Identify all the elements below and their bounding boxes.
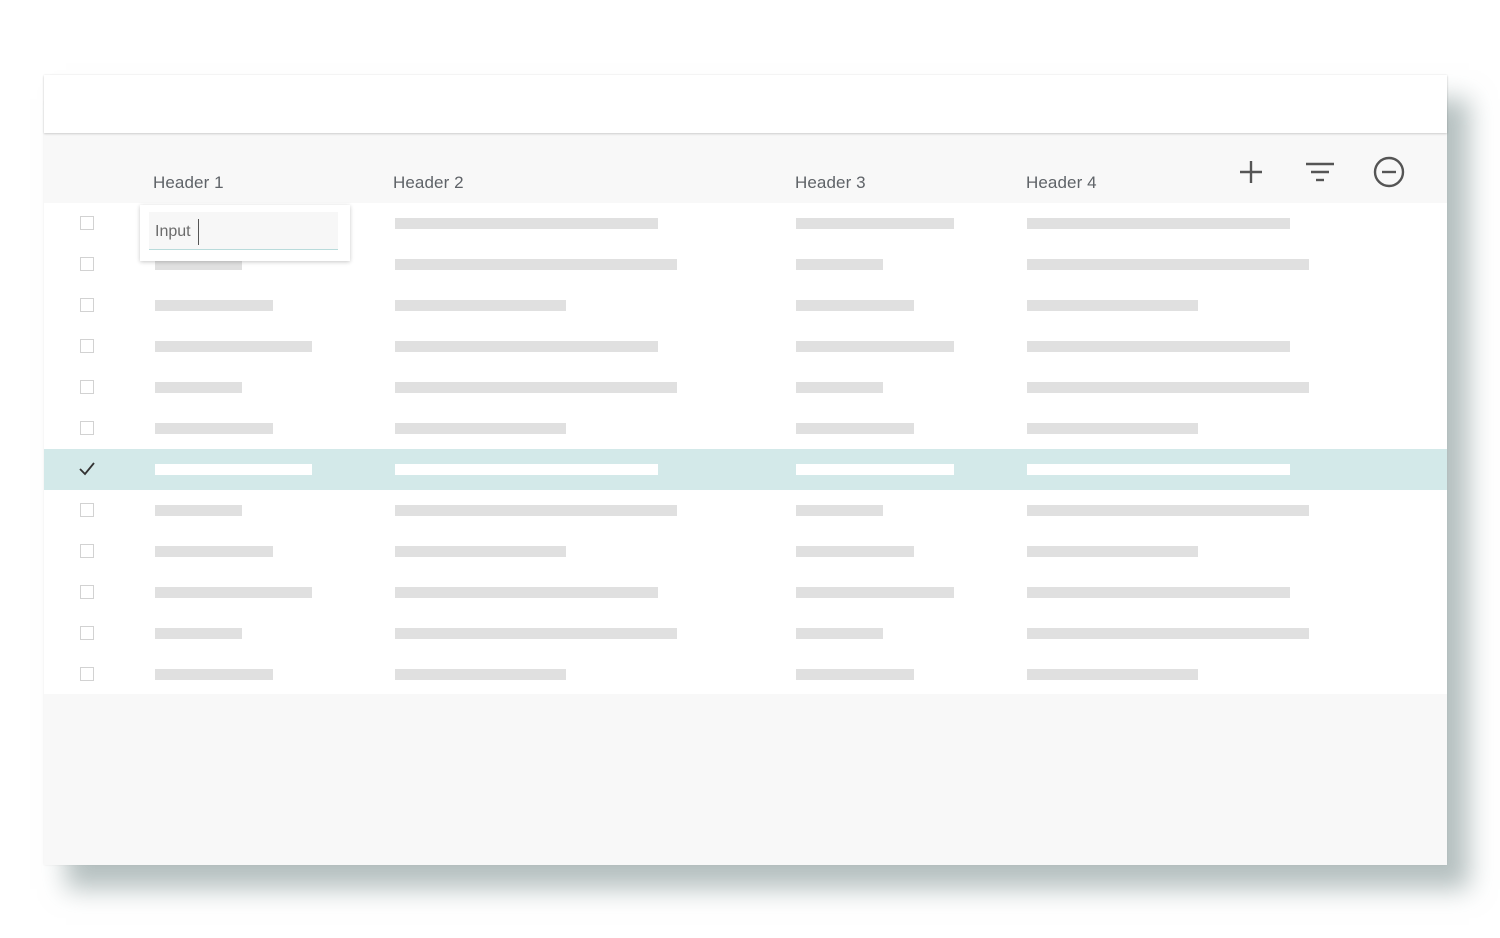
- placeholder-cell-2: [395, 259, 677, 270]
- placeholder-cell-2: [395, 423, 566, 434]
- row-checkbox[interactable]: [80, 216, 94, 230]
- add-row-button[interactable]: [1234, 155, 1268, 189]
- placeholder-cell-3: [796, 382, 883, 393]
- row-checkbox[interactable]: [80, 421, 94, 435]
- placeholder-cell-3: [796, 628, 883, 639]
- placeholder-cell-4: [1027, 423, 1198, 434]
- filter-button[interactable]: [1303, 155, 1337, 189]
- filter-icon: [1306, 162, 1334, 182]
- table-header-row: Header 1 Header 2 Header 3 Header 4: [44, 133, 1447, 203]
- inline-edit-value: Input: [155, 223, 191, 240]
- top-app-bar: [44, 75, 1447, 133]
- placeholder-cell-1: [155, 300, 273, 311]
- placeholder-cell-3: [796, 341, 954, 352]
- placeholder-cell-4: [1027, 218, 1290, 229]
- placeholder-cell-1: [155, 628, 242, 639]
- placeholder-cell-2: [395, 300, 566, 311]
- placeholder-cell-1: [155, 505, 242, 516]
- row-checkbox[interactable]: [80, 667, 94, 681]
- placeholder-cell-3: [796, 464, 954, 475]
- table-row[interactable]: [44, 326, 1447, 367]
- column-header-3[interactable]: Header 3: [795, 173, 866, 193]
- data-table-card: Header 1 Header 2 Header 3 Header 4 Inpu…: [44, 75, 1447, 865]
- row-checkbox[interactable]: [80, 503, 94, 517]
- table-row[interactable]: [44, 367, 1447, 408]
- placeholder-cell-4: [1027, 464, 1290, 475]
- placeholder-cell-4: [1027, 341, 1290, 352]
- placeholder-cell-4: [1027, 669, 1198, 680]
- placeholder-cell-4: [1027, 587, 1290, 598]
- placeholder-cell-4: [1027, 546, 1198, 557]
- placeholder-cell-1: [155, 423, 273, 434]
- minus-circle-icon: [1373, 156, 1405, 188]
- text-caret: [198, 219, 199, 245]
- row-checkbox[interactable]: [80, 380, 94, 394]
- page: Header 1 Header 2 Header 3 Header 4 Inpu…: [0, 0, 1500, 938]
- placeholder-cell-2: [395, 505, 677, 516]
- table-row[interactable]: [44, 408, 1447, 449]
- placeholder-cell-2: [395, 218, 658, 229]
- column-header-2[interactable]: Header 2: [393, 173, 464, 193]
- placeholder-cell-4: [1027, 259, 1309, 270]
- placeholder-cell-4: [1027, 628, 1309, 639]
- placeholder-cell-2: [395, 546, 566, 557]
- row-checkbox[interactable]: [80, 298, 94, 312]
- placeholder-cell-1: [155, 546, 273, 557]
- table-row[interactable]: [44, 572, 1447, 613]
- placeholder-cell-3: [796, 546, 914, 557]
- table-body: [44, 203, 1447, 694]
- table-row[interactable]: [44, 613, 1447, 654]
- check-icon: [79, 462, 95, 476]
- placeholder-cell-3: [796, 587, 954, 598]
- placeholder-cell-4: [1027, 300, 1198, 311]
- column-header-1[interactable]: Header 1: [153, 173, 224, 193]
- placeholder-cell-1: [155, 464, 312, 475]
- table-row[interactable]: [44, 531, 1447, 572]
- table-row[interactable]: [44, 285, 1447, 326]
- placeholder-cell-2: [395, 669, 566, 680]
- placeholder-cell-3: [796, 423, 914, 434]
- placeholder-cell-4: [1027, 505, 1309, 516]
- table-row[interactable]: [44, 490, 1447, 531]
- plus-icon: [1240, 161, 1262, 183]
- placeholder-cell-2: [395, 587, 658, 598]
- placeholder-cell-3: [796, 218, 954, 229]
- row-checkbox[interactable]: [80, 626, 94, 640]
- remove-row-button[interactable]: [1372, 155, 1406, 189]
- table-row[interactable]: [44, 449, 1447, 490]
- row-checkbox[interactable]: [80, 585, 94, 599]
- placeholder-cell-2: [395, 628, 677, 639]
- placeholder-cell-2: [395, 341, 658, 352]
- placeholder-cell-2: [395, 382, 677, 393]
- placeholder-cell-1: [155, 587, 312, 598]
- placeholder-cell-1: [155, 669, 273, 680]
- placeholder-cell-1: [155, 341, 312, 352]
- placeholder-cell-3: [796, 669, 914, 680]
- row-checkbox[interactable]: [80, 257, 94, 271]
- placeholder-cell-4: [1027, 382, 1309, 393]
- row-checkbox[interactable]: [80, 544, 94, 558]
- inline-edit-input[interactable]: Input: [149, 212, 338, 250]
- placeholder-cell-3: [796, 259, 883, 270]
- column-header-4[interactable]: Header 4: [1026, 173, 1097, 193]
- placeholder-cell-3: [796, 505, 883, 516]
- row-checkbox-checked[interactable]: [77, 459, 97, 479]
- placeholder-cell-2: [395, 464, 658, 475]
- table-row[interactable]: [44, 654, 1447, 695]
- row-checkbox[interactable]: [80, 339, 94, 353]
- placeholder-cell-1: [155, 382, 242, 393]
- placeholder-cell-3: [796, 300, 914, 311]
- inline-edit-popover: Input: [140, 205, 350, 261]
